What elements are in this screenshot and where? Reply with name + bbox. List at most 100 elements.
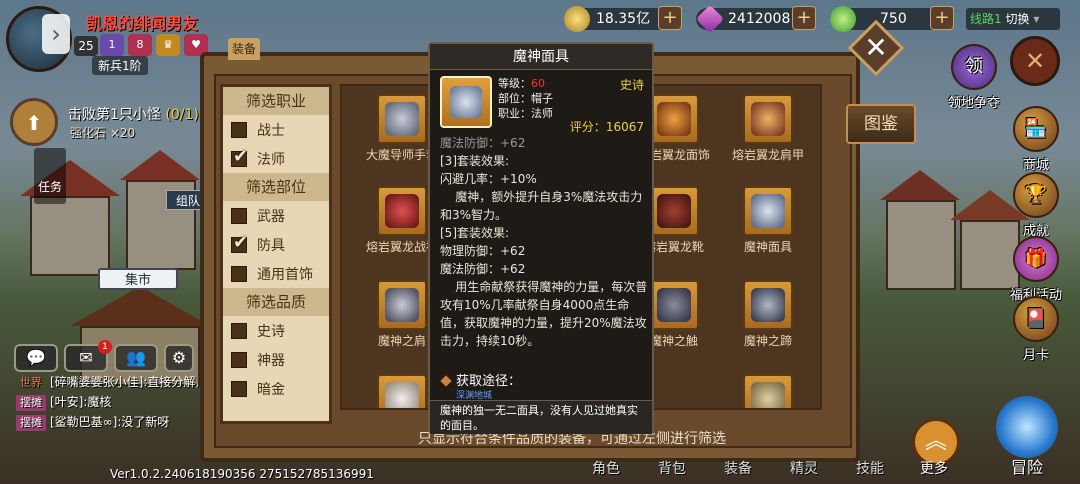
checkbox[interactable] [231,121,247,138]
territory-button[interactable]: 领 领地争夺 [946,44,1002,111]
checkbox[interactable] [231,207,247,224]
shop-button[interactable]: 🏪 商城 [1008,106,1064,173]
chat-channel-tag: 摆摊 [16,415,46,431]
filter-weapon[interactable]: 武器 [223,201,329,230]
settings-gear-icon[interactable]: ⚙ [164,344,194,372]
diamond-icon [440,375,452,387]
version-text: Ver1.0.2.240618190356 275152785136991 [110,467,374,481]
checkbox-checked[interactable] [231,146,248,167]
chat-channel-tag: 世界 [20,376,42,389]
mail-badge: 1 [98,340,112,354]
shop-icon: 🏪 [1013,106,1059,152]
part-filter-header: 筛选部位 [223,173,329,201]
more-label[interactable]: 更多 [920,458,948,478]
item-quality: 史诗 [619,78,644,92]
chevron-right-icon[interactable]: › [42,14,70,54]
filter-sidebar: 筛选职业 战士 法师 筛选部位 武器 防具 通用首饰 筛选品质 史诗 神器 暗金 [220,84,332,424]
line-switch-label: 切换 [1005,12,1030,26]
checkbox[interactable] [231,380,247,397]
quest-tracker[interactable]: ⬆ 击败第1只小怪 (0/1) 强化石 ×20 [8,98,208,148]
chat-channel-tag: 摆摊 [16,395,46,411]
mail-icon[interactable]: ✉ 1 [64,340,112,372]
add-stamina-button[interactable]: + [930,6,954,30]
mask-item-icon [440,76,492,128]
quality-filter-header: 筛选品质 [223,288,329,316]
crown-icon[interactable]: ♛ [156,34,180,56]
nav-character[interactable]: 角色 [592,458,620,478]
atlas-tab-button[interactable]: 图鉴 [846,104,916,144]
tooltip-body[interactable]: 魔法防御：+62 [3]套装效果: 闪避几率：+10% 魔神，额外提升自身3%魔… [440,134,650,366]
checkbox[interactable] [231,322,247,339]
task-label: 任务 [37,180,62,194]
stat-line: 魔法防御：+62 [440,136,526,150]
adventure-button[interactable]: 冒险 [990,396,1064,480]
rank-badge-2[interactable]: 8 [128,34,152,56]
equipment-name: 魔神之蹄 [743,334,792,348]
welfare-button[interactable]: 🎁 福利活动 [1008,236,1064,303]
stamina-value: 750 [880,11,907,27]
filter-mage[interactable]: 法师 [223,144,329,173]
equipment-cell[interactable]: 魔神面具 [718,182,818,272]
add-gems-button[interactable]: + [792,6,816,30]
set-effect-header: [5]套装效果: [440,226,510,240]
filter-warrior[interactable]: 战士 [223,115,329,144]
chat-message: [碎嘴婆婆张小佳]:直接分解, [50,375,200,389]
gem-counter: 2412008 + [695,4,816,34]
rank-badge-1[interactable]: 1 [100,34,124,56]
nav-bag[interactable]: 背包 [658,458,686,478]
add-gold-button[interactable]: + [658,6,682,30]
player-name: 凯恩的绯闻男友 [86,14,199,33]
quest-title: 击败第1只小怪 [68,107,161,123]
portal-icon [996,396,1058,458]
territory-icon: 领 [951,44,997,90]
equipment-cell[interactable]: 魔神之蹄 [718,276,818,366]
filter-accessory[interactable]: 通用首饰 [223,259,329,288]
nav-skill[interactable]: 技能 [856,458,884,478]
quest-arrow-icon: ⬆ [10,98,58,146]
newbie-rank[interactable]: 新兵1阶 [92,56,148,75]
player-badges: 1 8 ♛ ♥ [100,34,208,56]
quest-reward: 强化石 ×20 [70,126,136,140]
filter-label: 战士 [257,122,285,139]
filter-artifact[interactable]: 神器 [223,345,329,374]
adventure-label: 冒险 [1010,458,1043,477]
equipment-cell[interactable] [718,370,818,408]
stat-line: 闪避几率：+10% [440,172,537,186]
line-label: 线路1 [970,12,1002,26]
close-menu-icon[interactable]: ✕ [1010,36,1060,86]
filter-armor[interactable]: 防具 [223,230,329,259]
player-level: 25 [74,36,98,56]
gold-value: 18.35亿 [596,11,651,27]
line-selector[interactable]: 线路1 切换 ▾ [966,8,1060,30]
territory-label: 领地争夺 [947,96,1000,111]
filter-label: 神器 [257,352,285,369]
acquire-label: 获取途径： [456,374,522,389]
chat-message: [鲨勒巴基∞]:没了新呀 [50,415,170,429]
market-sign[interactable]: 集市 [98,268,178,290]
item-class: 职业：法师 [498,107,553,120]
filter-label: 史诗 [257,323,285,340]
checkbox-checked[interactable] [231,232,248,253]
checkbox[interactable] [231,351,247,368]
equipment-cell[interactable]: 熔岩翼龙肩甲 [718,90,818,180]
chat-bubble-icon[interactable]: 💬 [14,344,58,372]
equipment-name: 熔岩翼龙肩甲 [731,148,804,162]
chat-feed[interactable]: 世界 [碎嘴婆婆张小佳]:直接分解, 摆摊 [叶安]:魔核 摆摊 [鲨勒巴基∞]:没了… [16,374,206,434]
score-label: 评分： [569,120,606,134]
filter-dark-gold[interactable]: 暗金 [223,374,329,403]
tab-equipment[interactable]: 装备 [228,38,260,60]
monthly-card-button[interactable]: 🎴 月卡 [1008,296,1064,363]
achievement-button[interactable]: 🏆 成就 [1008,172,1064,239]
acquire-header: 获取途径： [440,370,522,389]
filter-epic[interactable]: 史诗 [223,316,329,345]
set-effect-desc: 魔神，额外提升自身3%魔法攻击力和3%智力。 [440,190,643,222]
trophy-icon: 🏆 [1013,172,1059,218]
nav-equipment[interactable]: 装备 [724,458,752,478]
nav-sprite[interactable]: 精灵 [790,458,818,478]
stamina-heart-icon [830,6,856,32]
friends-icon[interactable]: 👥 [114,344,158,372]
set-effect-desc: 用生命献祭获得魔神的力量，每次普攻有10%几率献祭自身4000点生命值，获取魔神… [440,280,648,348]
checkbox[interactable] [231,265,247,282]
chat-tabs: 💬 ✉ 1 👥 ⚙ [14,340,194,372]
task-button[interactable]: 任务 [34,148,66,204]
